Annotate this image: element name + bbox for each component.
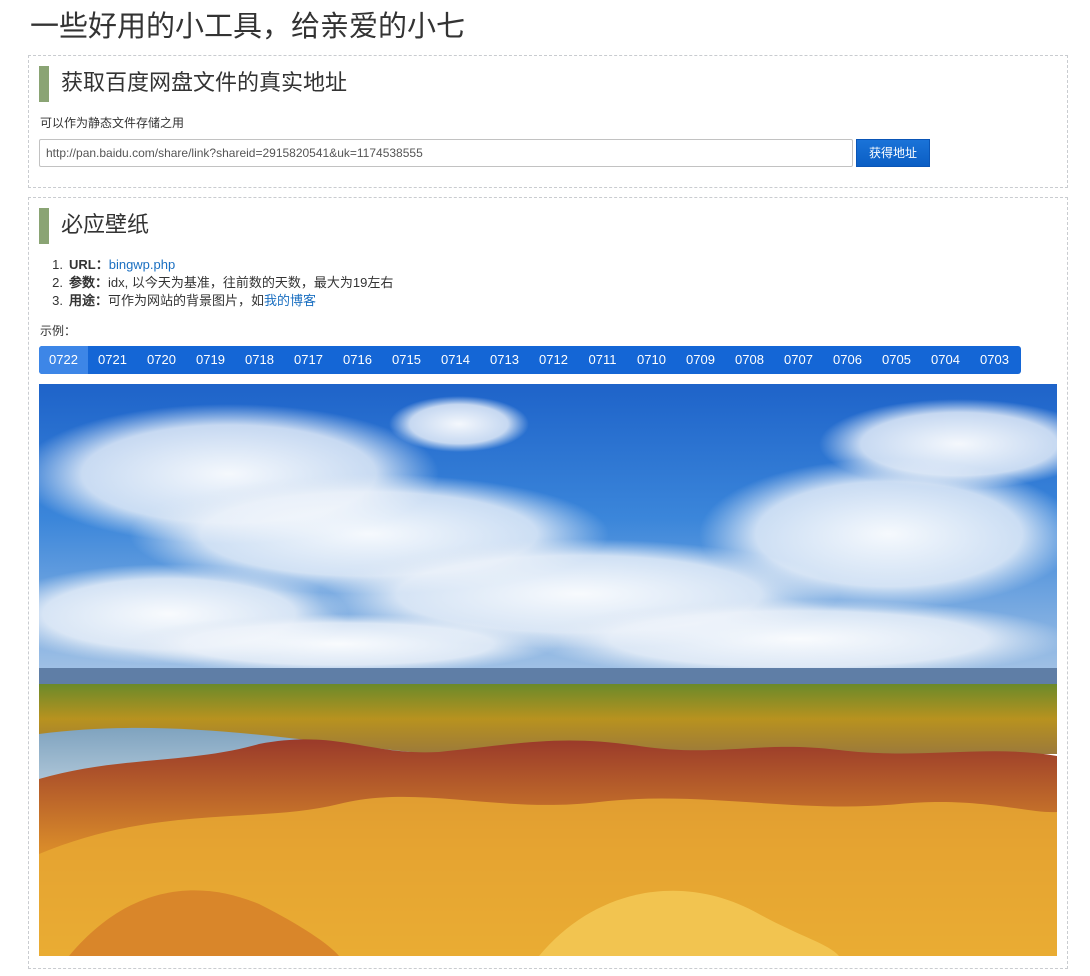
list-item: 2. 参数：idx, 以今天为基准，往前数的天数，最大为19左右 xyxy=(44,274,393,292)
date-tab-0722[interactable]: 0722 xyxy=(39,346,88,374)
date-tab-0715[interactable]: 0715 xyxy=(382,346,431,374)
bing-section-title: 必应壁纸 xyxy=(39,208,149,244)
bing-panel: 必应壁纸 1. URL：bingwp.php 2. 参数：idx, 以今天为基准，往… xyxy=(28,197,1068,969)
share-url-input[interactable] xyxy=(39,139,853,167)
list-number: 2. xyxy=(52,275,63,290)
list-item: 1. URL：bingwp.php xyxy=(44,256,393,274)
date-tab-0719[interactable]: 0719 xyxy=(186,346,235,374)
baidu-panel: 获取百度网盘文件的真实地址 可以作为静态文件存储之用 获得地址 xyxy=(28,55,1068,188)
param-label: 参数： xyxy=(69,275,109,290)
baidu-description: 可以作为静态文件存储之用 xyxy=(40,116,185,130)
url-label: URL： xyxy=(69,257,109,272)
date-tab-0706[interactable]: 0706 xyxy=(823,346,872,374)
usage-label: 用途： xyxy=(69,293,109,308)
baidu-section-title: 获取百度网盘文件的真实地址 xyxy=(39,66,347,102)
date-tabs: 0722 0721 0720 0719 0718 0717 0716 0715 0714 0713… xyxy=(39,346,1021,374)
bingwp-link[interactable]: bingwp.php xyxy=(109,257,176,272)
date-tab-0713[interactable]: 0713 xyxy=(480,346,529,374)
get-address-button[interactable]: 获得地址 xyxy=(856,139,930,167)
date-tab-0716[interactable]: 0716 xyxy=(333,346,382,374)
list-number: 1. xyxy=(52,257,63,272)
date-tab-0718[interactable]: 0718 xyxy=(235,346,284,374)
date-tab-0709[interactable]: 0709 xyxy=(676,346,725,374)
usage-text: 可作为网站的背景图片，如 xyxy=(108,293,265,308)
example-label: 示例： xyxy=(40,324,77,338)
date-tab-0714[interactable]: 0714 xyxy=(431,346,480,374)
date-tab-0721[interactable]: 0721 xyxy=(88,346,137,374)
date-tab-0720[interactable]: 0720 xyxy=(137,346,186,374)
date-tab-0708[interactable]: 0708 xyxy=(725,346,774,374)
list-number: 3. xyxy=(52,293,63,308)
my-blog-link[interactable]: 我的博客 xyxy=(264,293,316,308)
page-title: 一些好用的小工具，给亲爱的小七 xyxy=(30,9,466,43)
date-tab-0705[interactable]: 0705 xyxy=(872,346,921,374)
date-tab-0707[interactable]: 0707 xyxy=(774,346,823,374)
bing-info-list: 1. URL：bingwp.php 2. 参数：idx, 以今天为基准，往前数的天数… xyxy=(44,256,393,310)
date-tab-0704[interactable]: 0704 xyxy=(921,346,970,374)
date-tab-0712[interactable]: 0712 xyxy=(529,346,578,374)
wallpaper-image xyxy=(39,384,1057,956)
date-tab-0703[interactable]: 0703 xyxy=(970,346,1019,374)
date-tab-0710[interactable]: 0710 xyxy=(627,346,676,374)
date-tab-0711[interactable]: 0711 xyxy=(578,346,627,374)
date-tab-0717[interactable]: 0717 xyxy=(284,346,333,374)
list-item: 3. 用途：可作为网站的背景图片，如我的博客 xyxy=(44,292,393,310)
param-text: idx, 以今天为基准，往前数的天数，最大为19左右 xyxy=(108,275,394,290)
